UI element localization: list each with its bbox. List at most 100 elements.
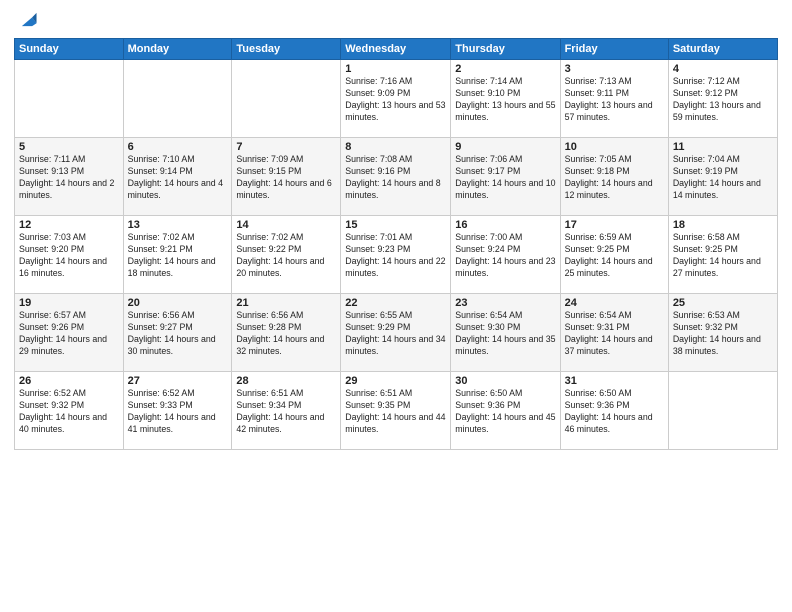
header bbox=[14, 10, 778, 32]
day-info: Sunrise: 7:12 AMSunset: 9:12 PMDaylight:… bbox=[673, 76, 773, 124]
day-number: 5 bbox=[19, 141, 119, 153]
calendar-cell: 25Sunrise: 6:53 AMSunset: 9:32 PMDayligh… bbox=[668, 294, 777, 372]
day-info: Sunrise: 6:58 AMSunset: 9:25 PMDaylight:… bbox=[673, 232, 773, 280]
day-number: 16 bbox=[455, 219, 555, 231]
day-number: 21 bbox=[236, 297, 336, 309]
calendar-table: SundayMondayTuesdayWednesdayThursdayFrid… bbox=[14, 38, 778, 450]
calendar-cell bbox=[232, 60, 341, 138]
calendar-cell bbox=[668, 372, 777, 450]
column-header-monday: Monday bbox=[123, 39, 232, 60]
day-info: Sunrise: 7:03 AMSunset: 9:20 PMDaylight:… bbox=[19, 232, 119, 280]
calendar-cell: 15Sunrise: 7:01 AMSunset: 9:23 PMDayligh… bbox=[341, 216, 451, 294]
calendar-body: 1Sunrise: 7:16 AMSunset: 9:09 PMDaylight… bbox=[15, 60, 778, 450]
day-number: 22 bbox=[345, 297, 446, 309]
calendar-cell: 31Sunrise: 6:50 AMSunset: 9:36 PMDayligh… bbox=[560, 372, 668, 450]
calendar-cell: 12Sunrise: 7:03 AMSunset: 9:20 PMDayligh… bbox=[15, 216, 124, 294]
day-info: Sunrise: 6:51 AMSunset: 9:35 PMDaylight:… bbox=[345, 388, 446, 436]
calendar-cell bbox=[15, 60, 124, 138]
day-number: 28 bbox=[236, 375, 336, 387]
day-info: Sunrise: 6:57 AMSunset: 9:26 PMDaylight:… bbox=[19, 310, 119, 358]
week-row-1: 1Sunrise: 7:16 AMSunset: 9:09 PMDaylight… bbox=[15, 60, 778, 138]
day-info: Sunrise: 7:11 AMSunset: 9:13 PMDaylight:… bbox=[19, 154, 119, 202]
day-info: Sunrise: 6:55 AMSunset: 9:29 PMDaylight:… bbox=[345, 310, 446, 358]
calendar-cell bbox=[123, 60, 232, 138]
calendar-cell: 1Sunrise: 7:16 AMSunset: 9:09 PMDaylight… bbox=[341, 60, 451, 138]
day-info: Sunrise: 7:08 AMSunset: 9:16 PMDaylight:… bbox=[345, 154, 446, 202]
day-info: Sunrise: 6:53 AMSunset: 9:32 PMDaylight:… bbox=[673, 310, 773, 358]
calendar-cell: 2Sunrise: 7:14 AMSunset: 9:10 PMDaylight… bbox=[451, 60, 560, 138]
logo bbox=[14, 10, 38, 32]
calendar-cell: 3Sunrise: 7:13 AMSunset: 9:11 PMDaylight… bbox=[560, 60, 668, 138]
day-number: 3 bbox=[565, 63, 664, 75]
calendar-cell: 24Sunrise: 6:54 AMSunset: 9:31 PMDayligh… bbox=[560, 294, 668, 372]
day-info: Sunrise: 7:05 AMSunset: 9:18 PMDaylight:… bbox=[565, 154, 664, 202]
day-number: 26 bbox=[19, 375, 119, 387]
day-info: Sunrise: 7:16 AMSunset: 9:09 PMDaylight:… bbox=[345, 76, 446, 124]
calendar-cell: 16Sunrise: 7:00 AMSunset: 9:24 PMDayligh… bbox=[451, 216, 560, 294]
day-number: 9 bbox=[455, 141, 555, 153]
day-info: Sunrise: 6:56 AMSunset: 9:28 PMDaylight:… bbox=[236, 310, 336, 358]
day-info: Sunrise: 7:10 AMSunset: 9:14 PMDaylight:… bbox=[128, 154, 228, 202]
day-info: Sunrise: 7:00 AMSunset: 9:24 PMDaylight:… bbox=[455, 232, 555, 280]
calendar-cell: 11Sunrise: 7:04 AMSunset: 9:19 PMDayligh… bbox=[668, 138, 777, 216]
column-header-friday: Friday bbox=[560, 39, 668, 60]
day-info: Sunrise: 7:13 AMSunset: 9:11 PMDaylight:… bbox=[565, 76, 664, 124]
day-info: Sunrise: 6:50 AMSunset: 9:36 PMDaylight:… bbox=[565, 388, 664, 436]
day-number: 4 bbox=[673, 63, 773, 75]
calendar-cell: 17Sunrise: 6:59 AMSunset: 9:25 PMDayligh… bbox=[560, 216, 668, 294]
calendar-cell: 6Sunrise: 7:10 AMSunset: 9:14 PMDaylight… bbox=[123, 138, 232, 216]
calendar-cell: 22Sunrise: 6:55 AMSunset: 9:29 PMDayligh… bbox=[341, 294, 451, 372]
day-number: 2 bbox=[455, 63, 555, 75]
day-number: 7 bbox=[236, 141, 336, 153]
day-number: 31 bbox=[565, 375, 664, 387]
day-number: 17 bbox=[565, 219, 664, 231]
calendar-cell: 14Sunrise: 7:02 AMSunset: 9:22 PMDayligh… bbox=[232, 216, 341, 294]
day-info: Sunrise: 7:01 AMSunset: 9:23 PMDaylight:… bbox=[345, 232, 446, 280]
day-info: Sunrise: 6:56 AMSunset: 9:27 PMDaylight:… bbox=[128, 310, 228, 358]
page: SundayMondayTuesdayWednesdayThursdayFrid… bbox=[0, 0, 792, 612]
day-number: 11 bbox=[673, 141, 773, 153]
day-info: Sunrise: 6:50 AMSunset: 9:36 PMDaylight:… bbox=[455, 388, 555, 436]
day-number: 12 bbox=[19, 219, 119, 231]
column-header-tuesday: Tuesday bbox=[232, 39, 341, 60]
column-header-thursday: Thursday bbox=[451, 39, 560, 60]
day-number: 18 bbox=[673, 219, 773, 231]
header-row: SundayMondayTuesdayWednesdayThursdayFrid… bbox=[15, 39, 778, 60]
day-number: 13 bbox=[128, 219, 228, 231]
day-number: 23 bbox=[455, 297, 555, 309]
column-header-sunday: Sunday bbox=[15, 39, 124, 60]
calendar-cell: 21Sunrise: 6:56 AMSunset: 9:28 PMDayligh… bbox=[232, 294, 341, 372]
calendar-cell: 29Sunrise: 6:51 AMSunset: 9:35 PMDayligh… bbox=[341, 372, 451, 450]
calendar-cell: 13Sunrise: 7:02 AMSunset: 9:21 PMDayligh… bbox=[123, 216, 232, 294]
week-row-5: 26Sunrise: 6:52 AMSunset: 9:32 PMDayligh… bbox=[15, 372, 778, 450]
calendar-cell: 7Sunrise: 7:09 AMSunset: 9:15 PMDaylight… bbox=[232, 138, 341, 216]
calendar-cell: 9Sunrise: 7:06 AMSunset: 9:17 PMDaylight… bbox=[451, 138, 560, 216]
day-info: Sunrise: 6:51 AMSunset: 9:34 PMDaylight:… bbox=[236, 388, 336, 436]
day-info: Sunrise: 7:02 AMSunset: 9:22 PMDaylight:… bbox=[236, 232, 336, 280]
calendar-cell: 26Sunrise: 6:52 AMSunset: 9:32 PMDayligh… bbox=[15, 372, 124, 450]
calendar-cell: 18Sunrise: 6:58 AMSunset: 9:25 PMDayligh… bbox=[668, 216, 777, 294]
day-number: 29 bbox=[345, 375, 446, 387]
calendar-cell: 28Sunrise: 6:51 AMSunset: 9:34 PMDayligh… bbox=[232, 372, 341, 450]
day-number: 15 bbox=[345, 219, 446, 231]
calendar-cell: 8Sunrise: 7:08 AMSunset: 9:16 PMDaylight… bbox=[341, 138, 451, 216]
day-info: Sunrise: 7:04 AMSunset: 9:19 PMDaylight:… bbox=[673, 154, 773, 202]
day-info: Sunrise: 6:59 AMSunset: 9:25 PMDaylight:… bbox=[565, 232, 664, 280]
day-info: Sunrise: 7:02 AMSunset: 9:21 PMDaylight:… bbox=[128, 232, 228, 280]
day-info: Sunrise: 6:52 AMSunset: 9:32 PMDaylight:… bbox=[19, 388, 119, 436]
day-info: Sunrise: 6:54 AMSunset: 9:30 PMDaylight:… bbox=[455, 310, 555, 358]
day-number: 25 bbox=[673, 297, 773, 309]
week-row-4: 19Sunrise: 6:57 AMSunset: 9:26 PMDayligh… bbox=[15, 294, 778, 372]
day-number: 20 bbox=[128, 297, 228, 309]
calendar-cell: 4Sunrise: 7:12 AMSunset: 9:12 PMDaylight… bbox=[668, 60, 777, 138]
logo-icon bbox=[16, 10, 38, 32]
day-number: 30 bbox=[455, 375, 555, 387]
day-info: Sunrise: 7:09 AMSunset: 9:15 PMDaylight:… bbox=[236, 154, 336, 202]
calendar-cell: 10Sunrise: 7:05 AMSunset: 9:18 PMDayligh… bbox=[560, 138, 668, 216]
column-header-saturday: Saturday bbox=[668, 39, 777, 60]
calendar-cell: 30Sunrise: 6:50 AMSunset: 9:36 PMDayligh… bbox=[451, 372, 560, 450]
day-number: 19 bbox=[19, 297, 119, 309]
week-row-3: 12Sunrise: 7:03 AMSunset: 9:20 PMDayligh… bbox=[15, 216, 778, 294]
week-row-2: 5Sunrise: 7:11 AMSunset: 9:13 PMDaylight… bbox=[15, 138, 778, 216]
day-number: 27 bbox=[128, 375, 228, 387]
